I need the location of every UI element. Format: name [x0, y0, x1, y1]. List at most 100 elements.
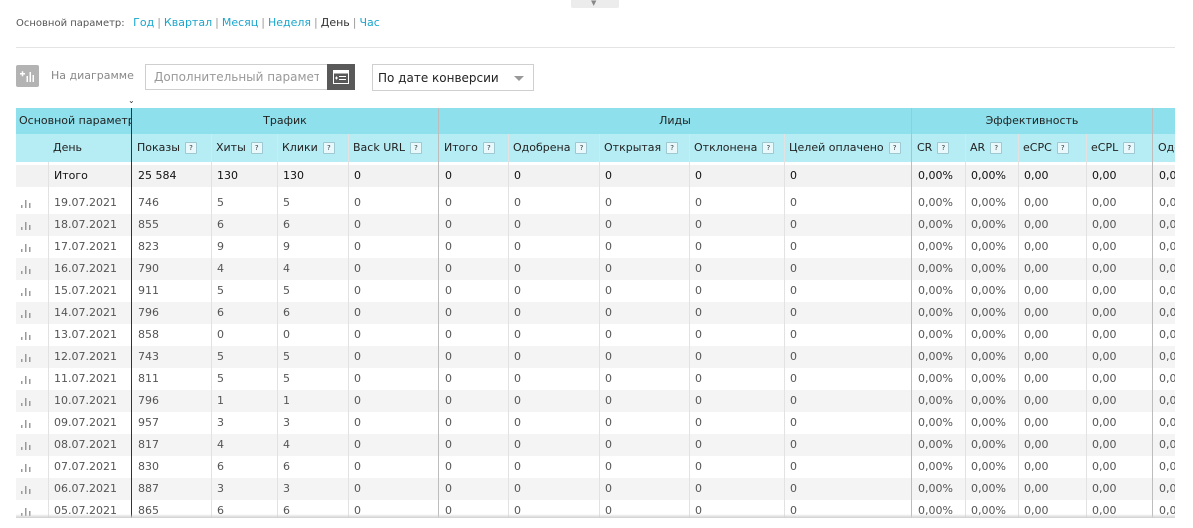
column-header-open[interactable]: Открытая? — [599, 134, 689, 162]
column-header-clicks[interactable]: Клики? — [277, 134, 348, 162]
column-header-ecpc[interactable]: eCPC? — [1018, 134, 1086, 162]
column-header-impressions[interactable]: Показы? — [132, 134, 211, 162]
help-icon[interactable]: ? — [937, 142, 950, 154]
chart-toggle-button[interactable] — [16, 65, 39, 87]
cell-total: 0 — [445, 240, 452, 253]
cell-rejected: 0 — [695, 169, 702, 182]
cell-paid-goals: 0 — [790, 218, 797, 231]
chevron-down-icon[interactable]: ⌄ — [128, 97, 135, 105]
help-icon[interactable]: ? — [666, 142, 679, 154]
column-header-approved-extra[interactable]: Одо — [1153, 134, 1175, 162]
cell-approved-extra: 0,00 — [1159, 482, 1175, 495]
cell-ar: 0,00% — [971, 350, 1006, 363]
period-week-link[interactable]: Неделя — [268, 16, 311, 29]
bar-chart-icon[interactable] — [21, 198, 32, 208]
cell-ecpl: 0,00 — [1092, 394, 1117, 407]
cell-ar: 0,00% — [971, 306, 1006, 319]
cell-hits: 0 — [217, 328, 224, 341]
cell-ecpl: 0,00 — [1092, 482, 1117, 495]
column-header-approved[interactable]: Одобрена? — [508, 134, 599, 162]
bar-chart-icon[interactable] — [21, 484, 32, 494]
help-icon[interactable]: ? — [322, 142, 335, 154]
column-header-cr[interactable]: CR? — [912, 134, 965, 162]
table-row: 14.07.2021 796 6 6 0 0 0 0 0 0 0,00% 0,00% 0,00 0,00 0… — [16, 302, 1175, 324]
help-icon[interactable]: ? — [575, 142, 588, 154]
help-icon[interactable]: ? — [410, 142, 423, 154]
help-icon[interactable]: ? — [1056, 142, 1069, 154]
column-header-hits[interactable]: Хиты? — [211, 134, 277, 162]
cell-ar: 0,00% — [971, 438, 1006, 451]
bar-chart-icon[interactable] — [21, 286, 32, 296]
cell-ar: 0,00% — [971, 482, 1006, 495]
bar-chart-icon[interactable] — [21, 440, 32, 450]
cell-ecpl: 0,00 — [1092, 262, 1117, 275]
help-icon[interactable]: ? — [990, 142, 1003, 154]
bar-chart-icon[interactable] — [21, 220, 32, 230]
cell-approved: 0 — [514, 284, 521, 297]
cell-open: 0 — [605, 262, 612, 275]
bar-chart-icon[interactable] — [21, 330, 32, 340]
cell-ecpl: 0,00 — [1092, 460, 1117, 473]
cell-approved-extra: 0,00 — [1159, 218, 1175, 231]
cell-clicks: 5 — [283, 372, 290, 385]
cell-cr: 0,00% — [918, 196, 953, 209]
cell-impressions: 796 — [138, 394, 159, 407]
conversion-date-select[interactable]: По дате конверсии — [372, 64, 534, 91]
period-day-link[interactable]: День — [321, 16, 350, 29]
help-icon[interactable]: ? — [250, 142, 263, 154]
bar-chart-icon[interactable] — [21, 308, 32, 318]
column-header-ecpl[interactable]: eCPL? — [1086, 134, 1153, 162]
cell-back-url: 0 — [354, 460, 361, 473]
cell-clicks: 6 — [283, 460, 290, 473]
cell-open: 0 — [605, 218, 612, 231]
extra-parameter-input[interactable] — [145, 64, 327, 90]
period-quarter-link[interactable]: Квартал — [164, 16, 212, 29]
help-icon[interactable]: ? — [184, 142, 197, 154]
bar-chart-icon[interactable] — [21, 374, 32, 384]
cell-impressions: 830 — [138, 460, 159, 473]
cell-back-url: 0 — [354, 416, 361, 429]
column-header-rejected[interactable]: Отклонена? — [689, 134, 784, 162]
column-header-day[interactable]: День — [48, 134, 132, 162]
bar-chart-icon[interactable] — [21, 462, 32, 472]
cell-open: 0 — [605, 438, 612, 451]
cell-approved: 0 — [514, 482, 521, 495]
column-header-back-url[interactable]: Back URL? — [348, 134, 439, 162]
period-year-link[interactable]: Год — [133, 16, 154, 29]
stats-table: Основной параметр Трафик Лиды Эффективно… — [16, 108, 1175, 518]
cell-rejected: 0 — [695, 218, 702, 231]
bar-chart-icon[interactable] — [21, 352, 32, 362]
bar-chart-icon[interactable] — [21, 418, 32, 428]
cell-back-url: 0 — [354, 218, 361, 231]
cell-total: 0 — [445, 416, 452, 429]
bar-chart-icon[interactable] — [21, 242, 32, 252]
cell-total: 0 — [445, 328, 452, 341]
help-icon[interactable]: ? — [1123, 142, 1136, 154]
cell-hits: 4 — [217, 262, 224, 275]
bar-chart-icon[interactable] — [21, 264, 32, 274]
column-header-total[interactable]: Итого? — [439, 134, 508, 162]
cell-approved: 0 — [514, 394, 521, 407]
add-parameter-button[interactable] — [327, 64, 355, 90]
cell-clicks: 0 — [283, 328, 290, 341]
cell-total: 0 — [445, 438, 452, 451]
collapse-panel-tab[interactable]: ▼ — [571, 0, 619, 8]
group-header-more — [1153, 108, 1175, 134]
help-icon[interactable]: ? — [482, 142, 495, 154]
group-header-traffic: Трафик — [132, 108, 438, 134]
column-header-paid-goals[interactable]: Целей оплачено? — [784, 134, 911, 162]
bar-chart-icon[interactable] — [21, 396, 32, 406]
cell-rejected: 0 — [695, 284, 702, 297]
cell-ecpc: 0,00 — [1024, 306, 1049, 319]
period-hour-link[interactable]: Час — [360, 16, 380, 29]
help-icon[interactable]: ? — [762, 142, 775, 154]
help-icon[interactable]: ? — [888, 142, 901, 154]
group-header-efficiency: Эффективность — [912, 108, 1152, 134]
cell-hits: 5 — [217, 350, 224, 363]
period-month-link[interactable]: Месяц — [222, 16, 258, 29]
column-header-ar[interactable]: AR? — [965, 134, 1018, 162]
cell-impressions: 855 — [138, 218, 159, 231]
cell-hits: 5 — [217, 372, 224, 385]
cell-impressions: 25 584 — [138, 169, 177, 182]
cell-total: 0 — [445, 169, 452, 182]
